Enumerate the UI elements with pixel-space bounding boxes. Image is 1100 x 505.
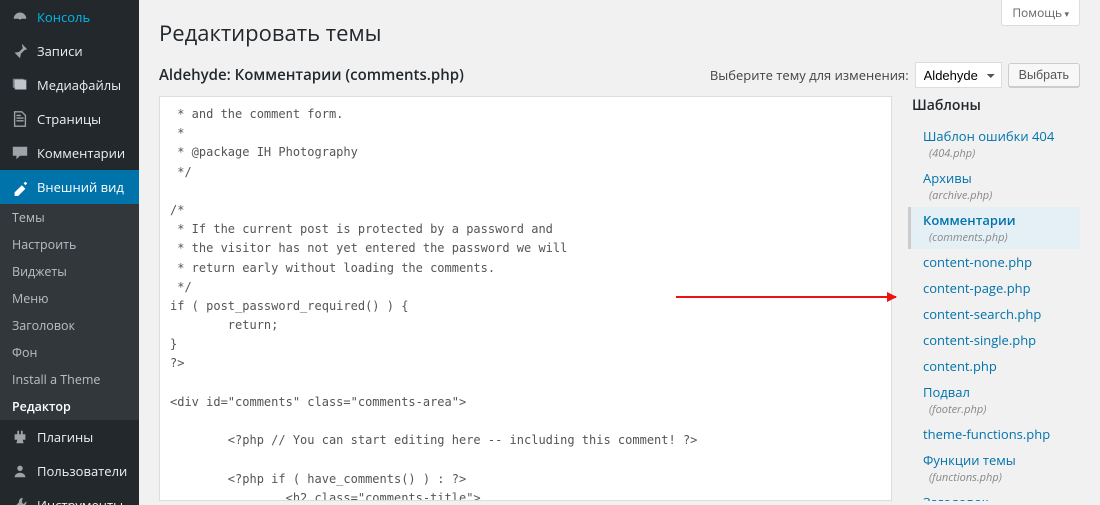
template-name: Заголовок — [923, 493, 989, 501]
sidebar-item-comment[interactable]: Комментарии — [0, 136, 139, 170]
template-file-item[interactable]: Комментарии(comments.php) — [908, 207, 1080, 249]
sidebar-subitem[interactable]: Темы — [0, 204, 139, 231]
template-file-item[interactable]: Архивы(archive.php) — [908, 165, 1080, 207]
sidebar-item-users[interactable]: Пользователи — [0, 454, 139, 488]
sidebar-item-label: Плагины — [37, 428, 93, 446]
template-filename: (comments.php) — [923, 230, 1074, 245]
template-file-item[interactable]: Подвал(footer.php) — [908, 379, 1080, 421]
comment-icon — [10, 143, 30, 163]
sidebar-item-appearance[interactable]: Внешний вид — [0, 170, 139, 204]
template-name: content-page.php — [923, 279, 1031, 297]
sidebar-item-label: Страницы — [37, 110, 101, 128]
template-name: theme-functions.php — [923, 425, 1050, 443]
sidebar-item-label: Комментарии — [37, 144, 125, 162]
template-file-item[interactable]: content-page.php — [908, 275, 1080, 301]
sidebar-item-label: Инструменты — [37, 496, 123, 505]
sidebar-item-label: Медиафайлы — [37, 76, 121, 94]
sidebar-item-page[interactable]: Страницы — [0, 102, 139, 136]
sidebar-item-media[interactable]: Медиафайлы — [0, 68, 139, 102]
sidebar-subitem[interactable]: Заголовок — [0, 312, 139, 339]
template-name: Подвал — [923, 383, 970, 401]
sidebar-item-dashboard[interactable]: Консоль — [0, 0, 139, 34]
sidebar-subitem[interactable]: Виджеты — [0, 258, 139, 285]
template-name: Комментарии — [923, 211, 1016, 229]
template-name: content-single.php — [923, 331, 1036, 349]
template-name: content.php — [923, 357, 997, 375]
sidebar-subitem[interactable]: Настроить — [0, 231, 139, 258]
template-name: Архивы — [923, 169, 972, 187]
main-content: Помощь Редактировать темы Aldehyde: Комм… — [139, 0, 1100, 505]
template-file-item[interactable]: Заголовок(header.php) — [908, 489, 1080, 501]
template-file-item[interactable]: theme-functions.php — [908, 421, 1080, 447]
sidebar-item-tools[interactable]: Инструменты — [0, 488, 139, 505]
template-file-item[interactable]: content-search.php — [908, 301, 1080, 327]
template-filename: (footer.php) — [923, 402, 1074, 417]
template-file-item[interactable]: Шаблон ошибки 404(404.php) — [908, 123, 1080, 165]
templates-heading: Шаблоны — [908, 96, 1080, 115]
admin-sidebar: Консоль Записи Медиафайлы Страницы Комментар… — [0, 0, 139, 505]
sidebar-item-pin[interactable]: Записи — [0, 34, 139, 68]
sidebar-item-label: Пользователи — [37, 462, 127, 480]
appearance-icon — [10, 177, 30, 197]
template-file-item[interactable]: Функции темы(functions.php) — [908, 447, 1080, 489]
template-filename: (archive.php) — [923, 188, 1074, 203]
sidebar-subitem[interactable]: Install a Theme — [0, 366, 139, 393]
template-file-item[interactable]: content-single.php — [908, 327, 1080, 353]
dashboard-icon — [10, 7, 30, 27]
code-editor[interactable] — [159, 96, 892, 501]
pin-icon — [10, 41, 30, 61]
tools-icon — [10, 495, 30, 505]
template-name: content-none.php — [923, 253, 1032, 271]
template-name: content-search.php — [923, 305, 1041, 323]
file-heading: Aldehyde: Комментарии (comments.php) — [159, 65, 464, 85]
template-filename: (functions.php) — [923, 470, 1074, 485]
template-file-item[interactable]: content-none.php — [908, 249, 1080, 275]
theme-select-label: Выберите тему для изменения: — [710, 66, 909, 84]
theme-select[interactable]: Aldehyde — [915, 62, 1002, 88]
sidebar-subitem[interactable]: Меню — [0, 285, 139, 312]
template-name: Шаблон ошибки 404 — [923, 127, 1054, 145]
sidebar-subitem[interactable]: Редактор — [0, 393, 139, 420]
page-title: Редактировать темы — [159, 18, 1080, 48]
sidebar-item-label: Внешний вид — [37, 178, 124, 196]
media-icon — [10, 75, 30, 95]
template-filename: (404.php) — [923, 146, 1074, 161]
plugin-icon — [10, 427, 30, 447]
template-file-list: Шаблоны Шаблон ошибки 404(404.php)Архивы… — [908, 96, 1080, 501]
sidebar-item-label: Консоль — [37, 8, 90, 26]
users-icon — [10, 461, 30, 481]
page-icon — [10, 109, 30, 129]
sidebar-item-label: Записи — [37, 42, 83, 60]
sidebar-subitem[interactable]: Фон — [0, 339, 139, 366]
template-file-item[interactable]: content.php — [908, 353, 1080, 379]
select-theme-button[interactable]: Выбрать — [1008, 63, 1080, 87]
template-name: Функции темы — [923, 451, 1016, 469]
help-tab[interactable]: Помощь — [1001, 0, 1080, 26]
sidebar-item-plugin[interactable]: Плагины — [0, 420, 139, 454]
